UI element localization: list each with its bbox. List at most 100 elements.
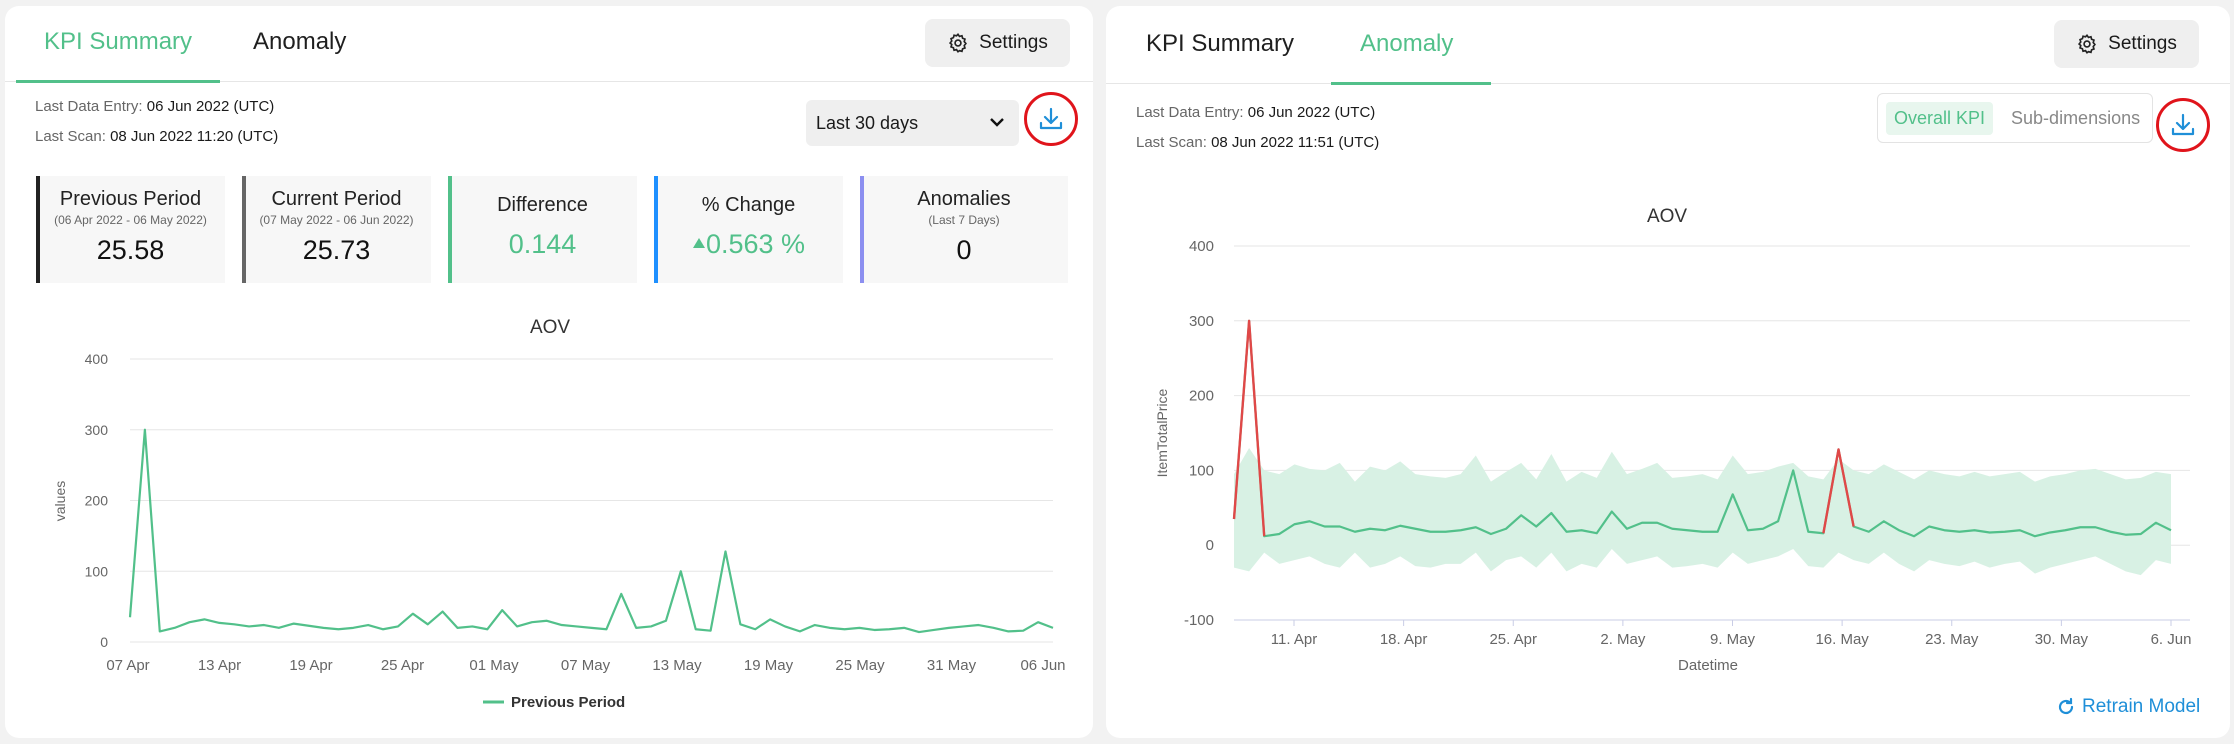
card-subtitle: (06 Apr 2022 - 06 May 2022) <box>54 213 207 227</box>
card-title: % Change <box>701 194 796 216</box>
tab-kpi-summary[interactable]: KPI Summary <box>1146 30 1294 58</box>
toggle-overall-kpi[interactable]: Overall KPI <box>1886 101 1994 135</box>
toggle-sub-dimensions[interactable]: Sub-dimensions <box>2003 102 2148 135</box>
last-scan-value: 08 Jun 2022 11:51 (UTC) <box>1211 134 1380 151</box>
y-axis-label: ItemTotalPrice <box>1154 388 1170 477</box>
download-icon <box>2171 113 2195 136</box>
x-tick-label: 07 Apr <box>106 657 149 674</box>
aov-trend-chart: AOV 0 100 200 300 400 values 07 Apr 13 Apr 19 Apr… <box>52 317 1066 711</box>
kpi-card-percent-change: % Change 0.563 % <box>654 176 843 283</box>
card-accent-bar <box>448 176 452 283</box>
x-tick-label: 2. May <box>1600 631 1646 648</box>
settings-label: Settings <box>979 32 1048 53</box>
download-button[interactable] <box>1024 92 1078 146</box>
gear-icon <box>2078 33 2097 54</box>
last-data-entry-value: 06 Jun 2022 (UTC) <box>146 98 275 115</box>
last-scan-label: Last Scan: <box>35 128 106 145</box>
refresh-icon <box>2058 697 2074 715</box>
x-tick-label: 25. Apr <box>1489 631 1537 648</box>
card-accent-bar <box>654 176 658 283</box>
chart-title: AOV <box>530 317 570 338</box>
y-tick-label: 200 <box>1189 388 1214 405</box>
x-tick-label: 6. Jun <box>2151 631 2192 648</box>
chart-title: AOV <box>1647 206 1687 227</box>
settings-button[interactable]: Settings <box>925 19 1070 67</box>
time-range-select[interactable]: Last 30 days <box>806 100 1019 146</box>
kpi-card-difference: Difference 0.144 <box>448 176 637 283</box>
card-accent-bar <box>36 176 40 283</box>
y-tick-label: 300 <box>1189 313 1214 330</box>
kpi-view-toggle: Overall KPI Sub-dimensions <box>1877 93 2153 143</box>
time-range-value: Last 30 days <box>816 112 919 133</box>
card-value-row: 0.563 % <box>654 229 843 260</box>
y-tick-label: 100 <box>85 563 109 579</box>
y-axis-label: values <box>52 481 68 521</box>
chevron-down-icon <box>990 118 1004 127</box>
last-data-entry-label: Last Data Entry: <box>35 98 143 115</box>
card-title: Difference <box>497 194 588 216</box>
card-title: Current Period <box>271 188 402 210</box>
x-tick-label: 19 May <box>744 657 794 674</box>
x-tick-label: 9. May <box>1710 631 1756 648</box>
card-subtitle: (Last 7 Days) <box>928 213 1000 227</box>
y-tick-label: 0 <box>100 634 108 650</box>
y-tick-label: 200 <box>85 493 109 509</box>
card-value: 0.144 <box>508 229 577 259</box>
last-scan-label: Last Scan: <box>1136 134 1207 151</box>
x-tick-label: 01 May <box>469 657 519 674</box>
settings-button[interactable]: Settings <box>2054 20 2199 68</box>
y-tick-label: -100 <box>1184 612 1214 629</box>
card-value: 25.73 <box>302 235 371 265</box>
kpi-card-previous-period: Previous Period (06 Apr 2022 - 06 May 20… <box>36 176 225 283</box>
active-tab-indicator <box>16 80 220 83</box>
scan-info: Last Data Entry: 06 Jun 2022 (UTC) Last … <box>35 92 278 152</box>
series-line-previous-period <box>128 428 1054 634</box>
y-tick-label: 100 <box>1189 462 1214 479</box>
confidence-band <box>1234 447 2171 576</box>
x-axis-label: Datetime <box>1678 657 1738 674</box>
x-tick-label: 18. Apr <box>1380 631 1428 648</box>
scan-info: Last Data Entry: 06 Jun 2022 (UTC) Last … <box>1136 98 1379 158</box>
x-tick-label: 11. Apr <box>1271 631 1317 648</box>
x-tick-label: 23. May <box>1925 631 1979 648</box>
x-tick-label: 19 Apr <box>289 657 332 674</box>
x-tick-label: 25 May <box>835 657 885 674</box>
last-data-entry-label: Last Data Entry: <box>1136 104 1244 121</box>
download-icon <box>1039 107 1063 130</box>
card-title: Anomalies <box>917 188 1011 210</box>
x-tick-label: 30. May <box>2035 631 2089 648</box>
last-data-entry-value: 06 Jun 2022 (UTC) <box>1247 104 1376 121</box>
gear-icon <box>949 32 968 53</box>
triangle-up-icon <box>692 238 705 248</box>
active-tab-indicator <box>1331 82 1491 85</box>
card-subtitle: (07 May 2022 - 06 Jun 2022) <box>259 213 414 227</box>
x-tick-label: 13 Apr <box>198 657 241 674</box>
download-button[interactable] <box>2156 98 2210 152</box>
tab-anomaly[interactable]: Anomaly <box>1360 30 1453 58</box>
x-tick-label: 31 May <box>927 657 977 674</box>
y-tick-label: 400 <box>1189 238 1214 255</box>
x-tick-label: 07 May <box>561 657 611 674</box>
card-value: 0 <box>956 235 972 265</box>
card-accent-bar <box>860 176 864 283</box>
kpi-card-anomalies: Anomalies (Last 7 Days) 0 <box>860 176 1068 283</box>
card-accent-bar <box>242 176 246 283</box>
retrain-label: Retrain Model <box>2082 696 2201 717</box>
x-tick-label: 06 Jun <box>1020 657 1065 674</box>
x-tick-label: 16. May <box>1815 631 1869 648</box>
settings-label: Settings <box>2108 33 2177 54</box>
kpi-summary-panel: KPI Summary Anomaly Settings Last Data E… <box>5 6 1093 738</box>
legend-label: Previous Period <box>511 694 625 711</box>
card-title: Previous Period <box>59 188 202 210</box>
card-value: 25.58 <box>96 235 165 265</box>
retrain-model-button[interactable]: Retrain Model <box>2056 696 2200 718</box>
y-tick-label: 400 <box>85 351 109 367</box>
y-tick-label: 300 <box>85 422 109 438</box>
x-tick-label: 13 May <box>652 657 702 674</box>
kpi-card-current-period: Current Period (07 May 2022 - 06 Jun 202… <box>242 176 431 283</box>
aov-anomaly-chart: AOV -100 0 100 200 300 400 ItemTotalPrice 11. Ap… <box>1154 206 2192 674</box>
last-scan-value: 08 Jun 2022 11:20 (UTC) <box>110 128 279 145</box>
tab-kpi-summary[interactable]: KPI Summary <box>44 28 192 56</box>
tab-anomaly[interactable]: Anomaly <box>253 28 346 56</box>
x-tick-label: 25 Apr <box>381 657 424 674</box>
